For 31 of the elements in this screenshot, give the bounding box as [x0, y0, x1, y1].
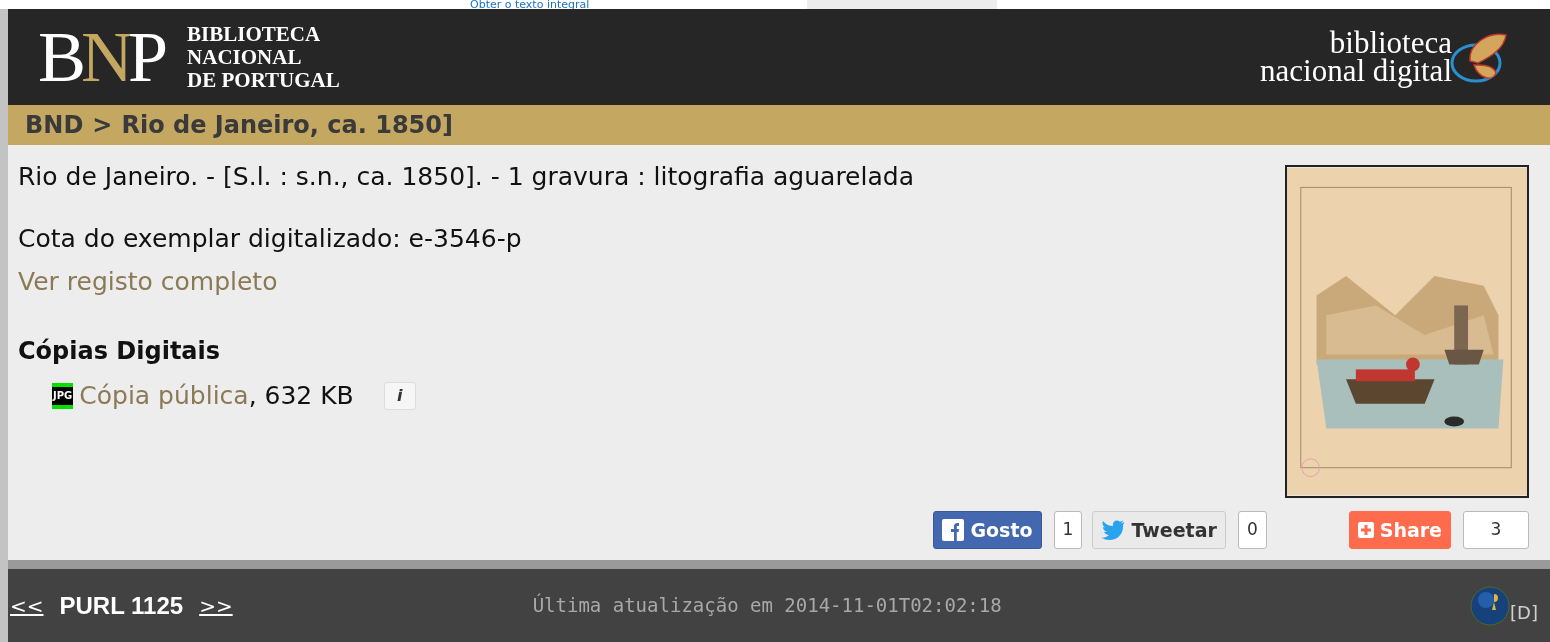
info-button[interactable]: i	[383, 381, 416, 410]
file-size: , 632 KB	[248, 380, 354, 412]
next-link[interactable]: >>	[199, 590, 233, 621]
logo-text: BIBLIOTECA	[187, 22, 322, 46]
section-heading: Cópias Digitais	[18, 336, 222, 366]
share-count: 0	[1237, 511, 1267, 549]
facebook-icon	[942, 519, 965, 541]
badge-link[interactable]: [D]	[1510, 599, 1538, 626]
bird-icon	[1101, 520, 1126, 540]
purl-label: PURL 1125	[59, 590, 184, 621]
record-description: Rio de Janeiro. - [S.l. : s.n., ca. 1850]. - 1 gravura : litografia aguarelada	[18, 162, 915, 192]
logo-text: NACIONAL	[187, 45, 303, 69]
like-button[interactable]: Gosto	[933, 511, 1042, 549]
call-number: Cota do exemplar digitalizado: e-3546-p	[18, 224, 523, 254]
share-count: 3	[1463, 511, 1529, 549]
breadcrumb-link[interactable]: BND	[25, 107, 84, 143]
breadcrumb-separator: >	[92, 110, 113, 141]
logo-text: biblioteca	[1329, 29, 1452, 57]
jpg-file-icon: JPG	[52, 382, 74, 409]
previous-link[interactable]: <<	[10, 590, 44, 621]
copy-link[interactable]: Cópia pública	[79, 377, 249, 415]
breadcrumb-current: Rio de Janeiro, ca. 1850]	[121, 110, 453, 141]
logo-text: DE PORTUGAL	[187, 68, 340, 92]
last-updated: Última atualização em 2014-11-01T02:02:18	[532, 592, 1002, 619]
globe-icon	[1470, 586, 1511, 626]
plus-icon	[1357, 522, 1374, 538]
logo-mark: BNP	[38, 21, 164, 93]
share-count: 1	[1053, 511, 1083, 549]
full-record-link[interactable]: Ver registo completo	[18, 267, 278, 296]
share-button[interactable]: Share	[1348, 511, 1451, 549]
tweet-button[interactable]: Tweetar	[1092, 511, 1226, 549]
